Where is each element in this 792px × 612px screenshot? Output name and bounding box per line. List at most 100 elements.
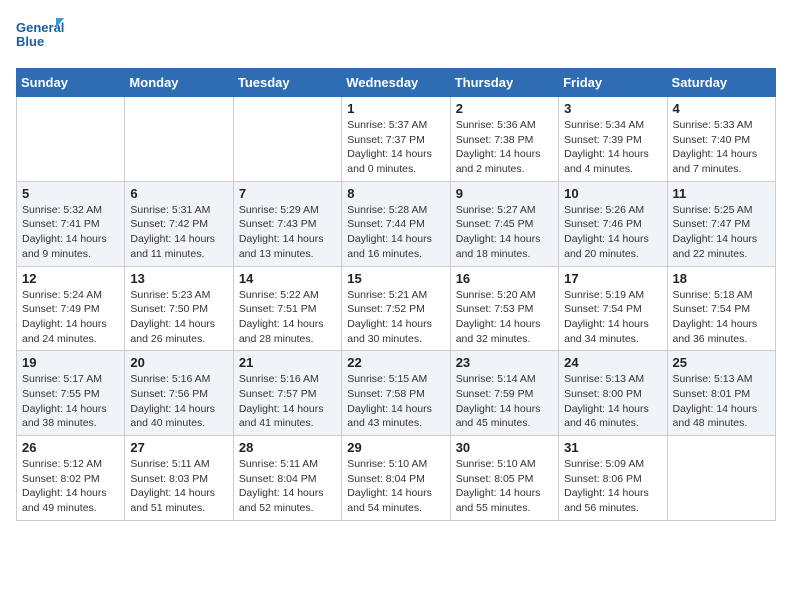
calendar-cell: 12 Sunrise: 5:24 AM Sunset: 7:49 PM Dayli… <box>17 266 125 351</box>
calendar-cell: 17 Sunrise: 5:19 AM Sunset: 7:54 PM Dayli… <box>559 266 667 351</box>
calendar-cell: 7 Sunrise: 5:29 AM Sunset: 7:43 PM Daylig… <box>233 181 341 266</box>
day-number: 12 <box>22 271 119 286</box>
day-number: 8 <box>347 186 444 201</box>
day-info: Sunrise: 5:22 AM Sunset: 7:51 PM Dayligh… <box>239 288 336 347</box>
day-info: Sunrise: 5:34 AM Sunset: 7:39 PM Dayligh… <box>564 118 661 177</box>
day-number: 19 <box>22 355 119 370</box>
day-number: 3 <box>564 101 661 116</box>
day-number: 14 <box>239 271 336 286</box>
calendar-cell <box>17 97 125 182</box>
calendar-cell: 10 Sunrise: 5:26 AM Sunset: 7:46 PM Dayli… <box>559 181 667 266</box>
calendar-cell: 22 Sunrise: 5:15 AM Sunset: 7:58 PM Dayli… <box>342 351 450 436</box>
day-number: 2 <box>456 101 553 116</box>
day-number: 6 <box>130 186 227 201</box>
calendar-cell <box>125 97 233 182</box>
day-info: Sunrise: 5:15 AM Sunset: 7:58 PM Dayligh… <box>347 372 444 431</box>
day-number: 7 <box>239 186 336 201</box>
day-info: Sunrise: 5:12 AM Sunset: 8:02 PM Dayligh… <box>22 457 119 516</box>
day-number: 10 <box>564 186 661 201</box>
weekday-header: Monday <box>125 69 233 97</box>
svg-text:Blue: Blue <box>16 34 44 49</box>
calendar-cell: 18 Sunrise: 5:18 AM Sunset: 7:54 PM Dayli… <box>667 266 775 351</box>
day-info: Sunrise: 5:11 AM Sunset: 8:04 PM Dayligh… <box>239 457 336 516</box>
calendar-cell: 30 Sunrise: 5:10 AM Sunset: 8:05 PM Dayli… <box>450 436 558 521</box>
day-info: Sunrise: 5:17 AM Sunset: 7:55 PM Dayligh… <box>22 372 119 431</box>
calendar-cell <box>667 436 775 521</box>
calendar-cell: 21 Sunrise: 5:16 AM Sunset: 7:57 PM Dayli… <box>233 351 341 436</box>
calendar-cell: 27 Sunrise: 5:11 AM Sunset: 8:03 PM Dayli… <box>125 436 233 521</box>
calendar-cell: 20 Sunrise: 5:16 AM Sunset: 7:56 PM Dayli… <box>125 351 233 436</box>
day-number: 9 <box>456 186 553 201</box>
calendar-cell: 4Sunrise: 5:33 AM Sunset: 7:40 PM Daylig… <box>667 97 775 182</box>
day-number: 23 <box>456 355 553 370</box>
calendar-week-row: 5 Sunrise: 5:32 AM Sunset: 7:41 PM Daylig… <box>17 181 776 266</box>
day-info: Sunrise: 5:31 AM Sunset: 7:42 PM Dayligh… <box>130 203 227 262</box>
calendar-cell: 26Sunrise: 5:12 AM Sunset: 8:02 PM Dayli… <box>17 436 125 521</box>
calendar-table: SundayMondayTuesdayWednesdayThursdayFrid… <box>16 68 776 521</box>
day-number: 1 <box>347 101 444 116</box>
weekday-header-row: SundayMondayTuesdayWednesdayThursdayFrid… <box>17 69 776 97</box>
weekday-header: Sunday <box>17 69 125 97</box>
day-number: 13 <box>130 271 227 286</box>
day-number: 20 <box>130 355 227 370</box>
day-info: Sunrise: 5:16 AM Sunset: 7:56 PM Dayligh… <box>130 372 227 431</box>
weekday-header: Tuesday <box>233 69 341 97</box>
calendar-cell: 19 Sunrise: 5:17 AM Sunset: 7:55 PM Dayli… <box>17 351 125 436</box>
calendar-cell: 24Sunrise: 5:13 AM Sunset: 8:00 PM Dayli… <box>559 351 667 436</box>
day-info: Sunrise: 5:25 AM Sunset: 7:47 PM Dayligh… <box>673 203 770 262</box>
calendar-cell: 5 Sunrise: 5:32 AM Sunset: 7:41 PM Daylig… <box>17 181 125 266</box>
calendar-cell: 11Sunrise: 5:25 AM Sunset: 7:47 PM Dayli… <box>667 181 775 266</box>
day-info: Sunrise: 5:24 AM Sunset: 7:49 PM Dayligh… <box>22 288 119 347</box>
day-number: 30 <box>456 440 553 455</box>
calendar-cell: 6 Sunrise: 5:31 AM Sunset: 7:42 PM Daylig… <box>125 181 233 266</box>
day-number: 16 <box>456 271 553 286</box>
day-info: Sunrise: 5:18 AM Sunset: 7:54 PM Dayligh… <box>673 288 770 347</box>
day-info: Sunrise: 5:13 AM Sunset: 8:00 PM Dayligh… <box>564 372 661 431</box>
calendar-week-row: 12 Sunrise: 5:24 AM Sunset: 7:49 PM Dayli… <box>17 266 776 351</box>
day-info: Sunrise: 5:36 AM Sunset: 7:38 PM Dayligh… <box>456 118 553 177</box>
day-number: 29 <box>347 440 444 455</box>
calendar-cell: 25 Sunrise: 5:13 AM Sunset: 8:01 PM Dayli… <box>667 351 775 436</box>
day-number: 22 <box>347 355 444 370</box>
day-info: Sunrise: 5:21 AM Sunset: 7:52 PM Dayligh… <box>347 288 444 347</box>
day-number: 28 <box>239 440 336 455</box>
calendar-cell: 23Sunrise: 5:14 AM Sunset: 7:59 PM Dayli… <box>450 351 558 436</box>
day-info: Sunrise: 5:16 AM Sunset: 7:57 PM Dayligh… <box>239 372 336 431</box>
calendar-cell <box>233 97 341 182</box>
day-number: 27 <box>130 440 227 455</box>
calendar-week-row: 19 Sunrise: 5:17 AM Sunset: 7:55 PM Dayli… <box>17 351 776 436</box>
calendar-cell: 8 Sunrise: 5:28 AM Sunset: 7:44 PM Daylig… <box>342 181 450 266</box>
day-info: Sunrise: 5:28 AM Sunset: 7:44 PM Dayligh… <box>347 203 444 262</box>
day-info: Sunrise: 5:13 AM Sunset: 8:01 PM Dayligh… <box>673 372 770 431</box>
day-info: Sunrise: 5:26 AM Sunset: 7:46 PM Dayligh… <box>564 203 661 262</box>
day-info: Sunrise: 5:29 AM Sunset: 7:43 PM Dayligh… <box>239 203 336 262</box>
day-number: 17 <box>564 271 661 286</box>
day-info: Sunrise: 5:27 AM Sunset: 7:45 PM Dayligh… <box>456 203 553 262</box>
day-info: Sunrise: 5:10 AM Sunset: 8:04 PM Dayligh… <box>347 457 444 516</box>
weekday-header: Thursday <box>450 69 558 97</box>
day-number: 18 <box>673 271 770 286</box>
calendar-cell: 9 Sunrise: 5:27 AM Sunset: 7:45 PM Daylig… <box>450 181 558 266</box>
day-number: 31 <box>564 440 661 455</box>
calendar-cell: 14 Sunrise: 5:22 AM Sunset: 7:51 PM Dayli… <box>233 266 341 351</box>
page-header: General Blue <box>16 16 776 56</box>
day-info: Sunrise: 5:11 AM Sunset: 8:03 PM Dayligh… <box>130 457 227 516</box>
day-info: Sunrise: 5:19 AM Sunset: 7:54 PM Dayligh… <box>564 288 661 347</box>
logo-svg: General Blue <box>16 16 64 56</box>
day-number: 4 <box>673 101 770 116</box>
day-number: 21 <box>239 355 336 370</box>
calendar-week-row: 26Sunrise: 5:12 AM Sunset: 8:02 PM Dayli… <box>17 436 776 521</box>
day-info: Sunrise: 5:10 AM Sunset: 8:05 PM Dayligh… <box>456 457 553 516</box>
day-number: 25 <box>673 355 770 370</box>
day-info: Sunrise: 5:20 AM Sunset: 7:53 PM Dayligh… <box>456 288 553 347</box>
calendar-week-row: 1Sunrise: 5:37 AM Sunset: 7:37 PM Daylig… <box>17 97 776 182</box>
weekday-header: Wednesday <box>342 69 450 97</box>
day-info: Sunrise: 5:09 AM Sunset: 8:06 PM Dayligh… <box>564 457 661 516</box>
day-number: 5 <box>22 186 119 201</box>
calendar-cell: 15Sunrise: 5:21 AM Sunset: 7:52 PM Dayli… <box>342 266 450 351</box>
calendar-cell: 1Sunrise: 5:37 AM Sunset: 7:37 PM Daylig… <box>342 97 450 182</box>
day-info: Sunrise: 5:32 AM Sunset: 7:41 PM Dayligh… <box>22 203 119 262</box>
calendar-cell: 3 Sunrise: 5:34 AM Sunset: 7:39 PM Daylig… <box>559 97 667 182</box>
calendar-cell: 28 Sunrise: 5:11 AM Sunset: 8:04 PM Dayli… <box>233 436 341 521</box>
weekday-header: Friday <box>559 69 667 97</box>
